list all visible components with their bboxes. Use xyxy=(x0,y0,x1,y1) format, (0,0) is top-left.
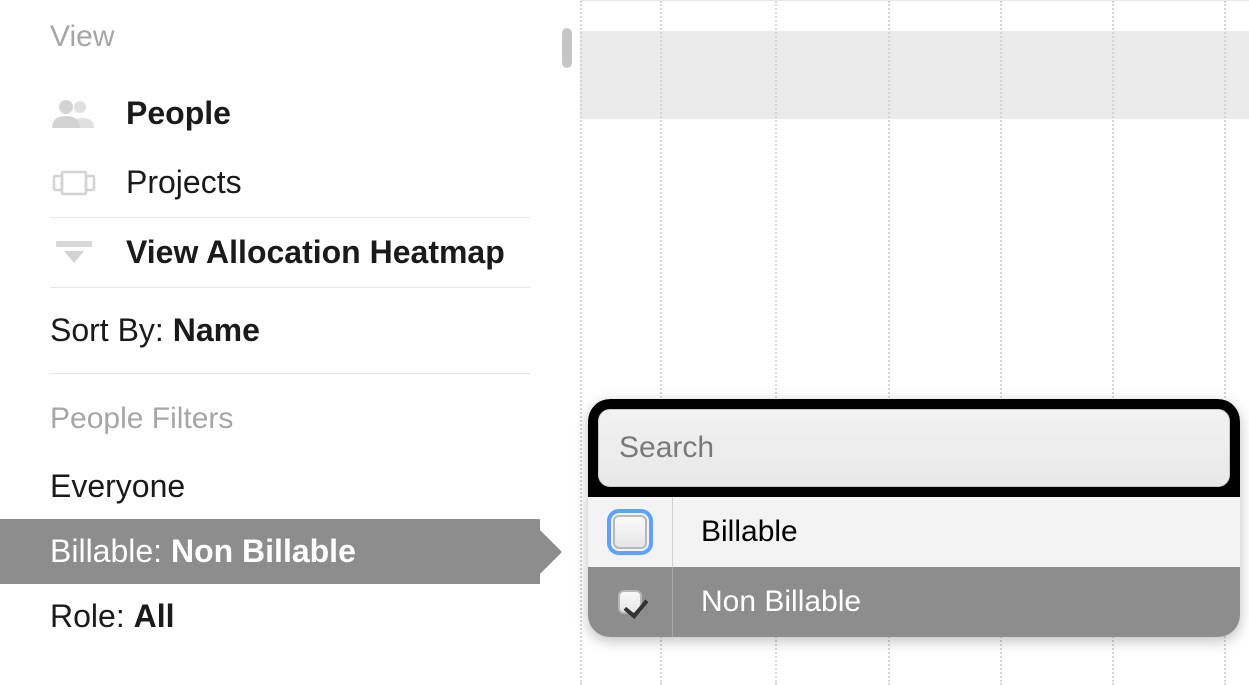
sort-value: Name xyxy=(173,312,260,348)
filter-role-value: All xyxy=(134,598,175,634)
billable-filter-popup: Billable Non Billable xyxy=(588,399,1240,637)
popup-checkbox-cell xyxy=(588,567,673,637)
filter-billable[interactable]: Billable: Non Billable xyxy=(0,519,540,584)
search-input[interactable] xyxy=(598,409,1230,487)
grid-header xyxy=(580,1,1249,119)
popup-option-non-billable[interactable]: Non Billable xyxy=(588,567,1240,637)
heatmap-label: View Allocation Heatmap xyxy=(126,234,505,271)
sort-prefix: Sort By: xyxy=(50,312,173,348)
checkbox[interactable] xyxy=(618,590,642,614)
filter-billable-prefix: Billable: xyxy=(50,533,171,569)
view-section-header: View xyxy=(50,20,530,54)
filter-everyone-label: Everyone xyxy=(50,468,185,504)
projects-icon xyxy=(50,165,98,201)
grid-header-band xyxy=(580,31,1249,119)
popup-option-label: Billable xyxy=(673,515,1240,549)
sidebar-item-projects[interactable]: Projects xyxy=(50,148,530,218)
sidebar-item-heatmap[interactable]: View Allocation Heatmap xyxy=(50,218,530,288)
scrollbar-thumb[interactable] xyxy=(562,28,572,68)
sidebar: View People Projects xyxy=(0,0,580,684)
filter-role-prefix: Role: xyxy=(50,598,134,634)
people-filters-header: People Filters xyxy=(50,402,530,436)
grid-column-divider xyxy=(580,1,582,685)
people-label: People xyxy=(126,95,231,132)
filter-role[interactable]: Role: All xyxy=(50,584,530,649)
popup-search-wrap xyxy=(588,399,1240,497)
people-icon xyxy=(50,96,98,132)
sort-by-row[interactable]: Sort By: Name xyxy=(50,288,530,374)
heatmap-icon xyxy=(50,235,98,271)
popup-option-billable[interactable]: Billable xyxy=(588,497,1240,567)
sidebar-item-people[interactable]: People xyxy=(50,79,530,148)
popup-option-label: Non Billable xyxy=(673,585,1240,619)
filter-everyone[interactable]: Everyone xyxy=(50,454,530,519)
popup-checkbox-cell xyxy=(588,497,673,567)
checkbox[interactable] xyxy=(613,515,647,549)
projects-label: Projects xyxy=(126,164,242,201)
filter-billable-value: Non Billable xyxy=(171,533,356,569)
